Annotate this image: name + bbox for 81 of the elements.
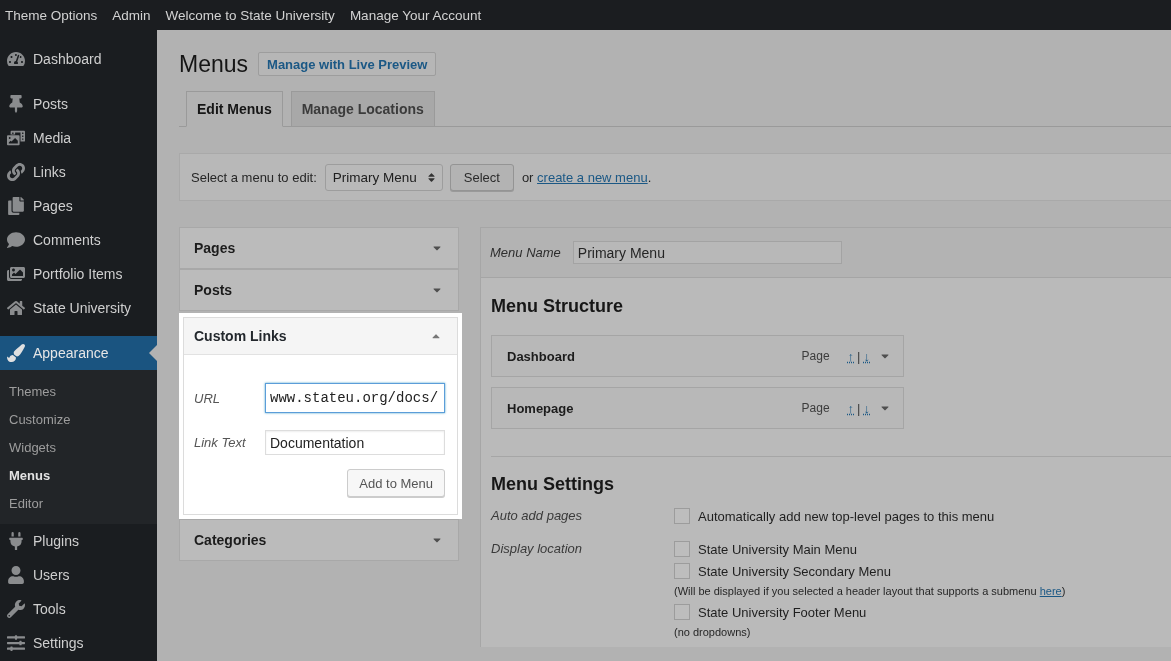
images-icon (7, 265, 25, 283)
submenu-item[interactable]: Editor (0, 489, 157, 517)
option-note: (no dropdowns) (674, 625, 752, 640)
accordion-header[interactable]: Pages (180, 228, 458, 268)
admin-bar-link[interactable]: Manage Your Account (349, 7, 482, 23)
sidebar-item[interactable]: Pages (0, 189, 157, 223)
menu-select[interactable]: Primary Menu (324, 163, 443, 191)
sidebar-item[interactable]: Tools (0, 592, 157, 626)
sort-arrows-icon (425, 171, 437, 183)
speech-bubble-icon (7, 231, 25, 249)
page-title: Menus (179, 52, 249, 76)
sidebar-item[interactable]: Users (0, 558, 157, 592)
sidebar-item[interactable]: State University (0, 291, 157, 325)
sidebar-item[interactable]: Dashboard (0, 42, 157, 76)
sidebar-item[interactable]: Media (0, 121, 157, 155)
field-label: URL (194, 390, 221, 406)
link-text-field[interactable]: Documentation (265, 430, 445, 455)
sidebar-item[interactable]: Appearance (0, 336, 157, 370)
option-label: State University Footer Menu (698, 604, 867, 620)
house-icon (7, 299, 25, 317)
menu-name-label: Menu Name (490, 245, 561, 260)
option-label: State University Secondary Menu (698, 563, 891, 579)
move-down-link[interactable]: ↓ (863, 400, 870, 416)
link-divider: | (857, 400, 861, 416)
section-heading: Menu Settings (491, 473, 615, 496)
accordion-header[interactable]: Posts (180, 270, 458, 310)
accordion-header[interactable]: Custom Links (184, 318, 457, 355)
section-heading: Menu Structure (491, 295, 624, 318)
sidebar-item[interactable]: Posts (0, 87, 157, 121)
sidebar-item[interactable]: Comments (0, 223, 157, 257)
option-label: Automatically add new top-level pages to this menu (698, 508, 995, 524)
here-link[interactable]: here (1039, 585, 1062, 597)
create-menu-link[interactable]: create a new menu (537, 169, 648, 185)
sliders-icon (7, 634, 25, 652)
menu-item-title: Homepage (507, 400, 575, 416)
item-type-label: Page (801, 401, 830, 415)
option-note: (Will be displayed if you selected a header layout that supports a submenu here) (674, 584, 1067, 599)
documents-icon (7, 197, 25, 215)
checkbox[interactable] (674, 508, 690, 524)
photo-video-icon (7, 129, 25, 147)
accordion-header[interactable]: Categories (180, 520, 458, 560)
tab[interactable]: Manage Locations (290, 91, 435, 127)
sidebar-item[interactable]: Settings (0, 626, 157, 660)
sidebar-item[interactable]: Links (0, 155, 157, 189)
move-up-link[interactable]: ↑ (847, 400, 855, 416)
checkbox[interactable] (674, 541, 690, 557)
checkbox[interactable] (674, 563, 690, 579)
checkbox[interactable] (674, 604, 690, 620)
submenu-item[interactable]: Widgets (0, 433, 157, 461)
setting-label: Auto add pages (491, 507, 584, 525)
admin-bar-link[interactable]: Welcome to State University (165, 7, 335, 23)
move-down-link[interactable]: ↓ (863, 348, 870, 364)
option-label: State University Main Menu (698, 541, 857, 557)
menu-name-field[interactable]: Primary Menu (572, 241, 842, 264)
paintbrush-icon (7, 344, 25, 362)
url-field[interactable]: www.stateu.org/docs/ (265, 383, 445, 413)
user-icon (7, 566, 25, 584)
sidebar-item[interactable]: Portfolio Items (0, 257, 157, 291)
add-to-menu-button[interactable]: Add to Menu (347, 469, 445, 497)
tab[interactable]: Edit Menus (186, 91, 283, 127)
setting-label: Display location (491, 540, 584, 558)
item-type-label: Page (801, 349, 830, 363)
picker-label: Select a menu to edit: (191, 169, 317, 185)
gauge-icon (7, 50, 25, 68)
plug-icon (7, 532, 25, 550)
submenu-item[interactable]: Customize (0, 405, 157, 433)
create-menu-text: or create a new menu. (521, 169, 652, 185)
submenu-item[interactable]: Themes (0, 377, 157, 405)
wrench-icon (7, 600, 25, 618)
live-preview-button[interactable]: Manage with Live Preview (258, 52, 437, 76)
admin-bar-link[interactable]: Admin (112, 7, 151, 23)
sidebar-item[interactable]: Plugins (0, 524, 157, 558)
submenu-item[interactable]: Menus (0, 461, 157, 489)
menu-item-title: Dashboard (507, 348, 576, 364)
admin-bar-link[interactable]: Theme Options (5, 7, 98, 23)
field-label: Link Text (194, 435, 247, 450)
select-button[interactable]: Select (449, 163, 514, 191)
link-divider: | (857, 348, 861, 364)
pushpin-icon (7, 95, 25, 113)
move-up-link[interactable]: ↑ (847, 348, 855, 364)
chain-link-icon (7, 163, 25, 181)
